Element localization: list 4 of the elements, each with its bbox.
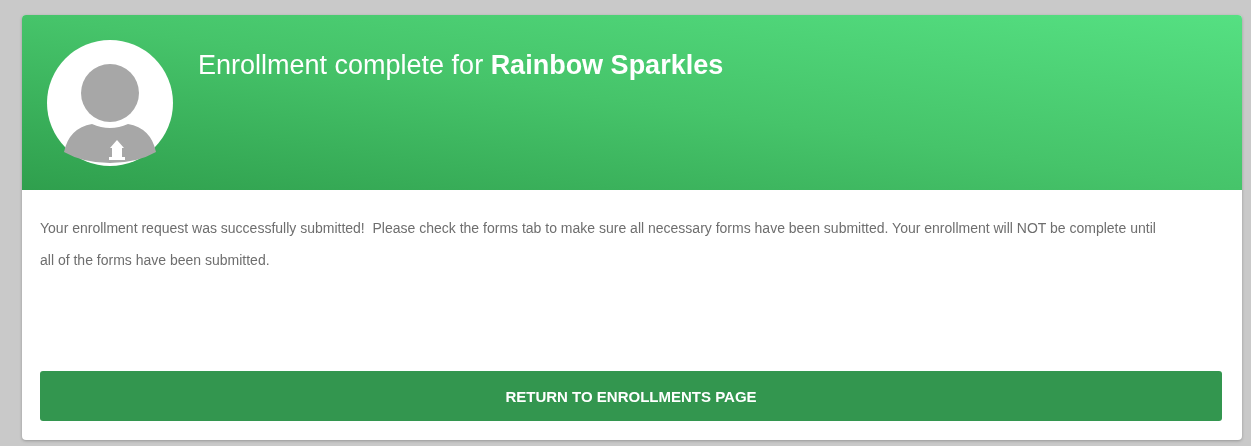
enrollment-title: Enrollment complete for Rainbow Sparkles — [198, 50, 724, 81]
avatar-icon — [47, 40, 173, 166]
return-button[interactable]: RETURN TO ENROLLMENTS PAGE — [40, 371, 1222, 421]
confirmation-message: Your enrollment request was successfully submitted! Please check the forms tab to make sure all necessary forms have been submitted. Your enrollment will NOT be complete until all of the forms have been submitted. — [40, 219, 1157, 270]
